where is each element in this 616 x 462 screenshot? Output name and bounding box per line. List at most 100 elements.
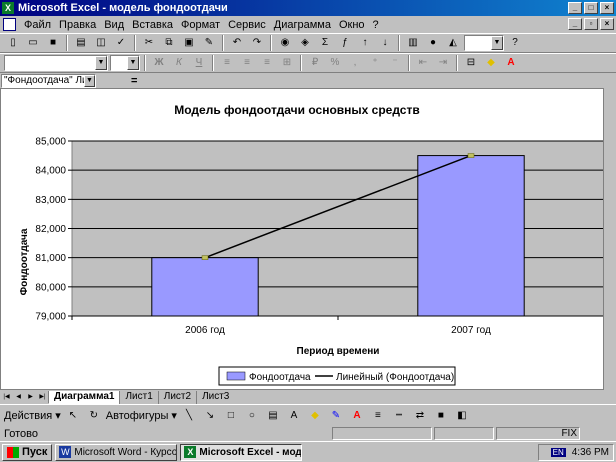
last-sheet-icon[interactable]: ▶| xyxy=(37,392,48,403)
minimize-button[interactable]: _ xyxy=(568,2,582,14)
map-icon[interactable]: ● xyxy=(424,35,442,51)
sort-ascending-icon[interactable]: ↑ xyxy=(356,35,374,51)
tab-sheet1[interactable]: Лист1 xyxy=(119,390,157,404)
chart-sheet[interactable]: Модель фондоотдачи основных средств 79,0… xyxy=(0,88,604,390)
arrow-icon[interactable]: ↘ xyxy=(201,408,219,424)
line-color-icon[interactable]: ✎ xyxy=(327,408,345,424)
toolbar-separator xyxy=(144,55,146,71)
prev-sheet-icon[interactable]: ◀ xyxy=(13,392,24,403)
vertical-scrollbar[interactable] xyxy=(604,88,616,390)
chart-wizard-icon[interactable]: ▥ xyxy=(404,35,422,51)
font-color-icon[interactable]: A xyxy=(502,55,520,71)
tab-sheet3[interactable]: Лист3 xyxy=(196,390,234,404)
fill-color-icon[interactable]: ◆ xyxy=(306,408,324,424)
first-sheet-icon[interactable]: |◀ xyxy=(1,392,12,403)
taskbar-word-button[interactable]: W Microsoft Word - Курсова... xyxy=(55,443,178,461)
maximize-button[interactable]: □ xyxy=(584,2,598,14)
select-objects-icon[interactable]: ↖ xyxy=(64,408,82,424)
next-sheet-icon[interactable]: ▶ xyxy=(25,392,36,403)
align-right-icon[interactable]: ≡ xyxy=(258,55,276,71)
oval-icon[interactable]: ○ xyxy=(243,408,261,424)
line-style-icon[interactable]: ≡ xyxy=(369,408,387,424)
office-assistant-icon[interactable]: ? xyxy=(506,35,524,51)
autoshapes-menu[interactable]: Автофигуры ▾ xyxy=(106,409,177,422)
arrow-style-icon[interactable]: ⇄ xyxy=(411,408,429,424)
spelling-icon[interactable]: ✓ xyxy=(112,35,130,51)
undo-icon[interactable]: ↶ xyxy=(228,35,246,51)
percent-icon[interactable]: % xyxy=(326,55,344,71)
menu-file[interactable]: Файл xyxy=(20,19,55,31)
dash-style-icon[interactable]: ┅ xyxy=(390,408,408,424)
zoom-combo[interactable]: ▼ xyxy=(464,35,504,51)
autosum-icon[interactable]: Σ xyxy=(316,35,334,51)
3d-icon[interactable]: ◧ xyxy=(453,408,471,424)
copy-icon[interactable]: ⧉ xyxy=(160,35,178,51)
font-color-icon[interactable]: A xyxy=(348,408,366,424)
function-icon[interactable]: ƒ xyxy=(336,35,354,51)
menu-chart[interactable]: Диаграмма xyxy=(270,19,335,31)
open-folder-icon[interactable]: ▭ xyxy=(24,35,42,51)
hyperlink-icon[interactable]: ◉ xyxy=(276,35,294,51)
wordart-icon[interactable]: A xyxy=(285,408,303,424)
doc-restore-button[interactable]: ▫ xyxy=(584,18,598,30)
decrease-decimal-icon[interactable]: ⁻ xyxy=(386,55,404,71)
close-button[interactable]: × xyxy=(600,2,614,14)
x-axis-label: Период времени xyxy=(297,346,380,357)
font-size-combo[interactable]: ▼ xyxy=(110,55,140,71)
toolbar-separator xyxy=(134,35,136,51)
taskbar-excel-button[interactable]: X Microsoft Excel - мод... xyxy=(180,443,303,461)
increase-indent-icon[interactable]: ⇥ xyxy=(434,55,452,71)
fill-color-icon[interactable]: ◆ xyxy=(482,55,500,71)
tab-sheet2[interactable]: Лист2 xyxy=(157,390,196,404)
sort-descending-icon[interactable]: ↓ xyxy=(376,35,394,51)
paste-icon[interactable]: ▣ xyxy=(180,35,198,51)
print-icon[interactable]: ▤ xyxy=(72,35,90,51)
align-center-icon[interactable]: ≡ xyxy=(238,55,256,71)
redo-icon[interactable]: ↷ xyxy=(248,35,266,51)
currency-icon[interactable]: ₽ xyxy=(306,55,324,71)
line-icon[interactable]: ╲ xyxy=(180,408,198,424)
textbox-icon[interactable]: ▤ xyxy=(264,408,282,424)
formatting-toolbar: ▼ ▼ Ж К Ч ≡ ≡ ≡ ⊞ ₽ % , ⁺ ⁻ ⇤ ⇥ ⊟ ◆ A xyxy=(0,53,616,73)
cut-icon[interactable]: ✂ xyxy=(140,35,158,51)
menu-insert[interactable]: Вставка xyxy=(128,19,177,31)
save-icon[interactable]: ■ xyxy=(44,35,62,51)
decrease-indent-icon[interactable]: ⇤ xyxy=(414,55,432,71)
increase-decimal-icon[interactable]: ⁺ xyxy=(366,55,384,71)
standard-toolbar: ▯ ▭ ■ ▤ ◫ ✓ ✂ ⧉ ▣ ✎ ↶ ↷ ◉ ◈ Σ ƒ ↑ ↓ ▥ ● … xyxy=(0,33,616,53)
doc-close-button[interactable]: × xyxy=(600,18,614,30)
menu-help[interactable]: ? xyxy=(369,19,383,31)
actions-menu[interactable]: Действия ▾ xyxy=(4,409,61,422)
start-button[interactable]: Пуск xyxy=(2,443,53,461)
menu-edit[interactable]: Правка xyxy=(55,19,100,31)
window-title: Microsoft Excel - модель фондоотдачи xyxy=(18,2,228,14)
italic-icon[interactable]: К xyxy=(170,55,188,71)
borders-icon[interactable]: ⊟ xyxy=(462,55,480,71)
underline-icon[interactable]: Ч xyxy=(190,55,208,71)
menu-view[interactable]: Вид xyxy=(100,19,128,31)
font-name-combo[interactable]: ▼ xyxy=(4,55,108,71)
menu-format[interactable]: Формат xyxy=(177,19,224,31)
print-preview-icon[interactable]: ◫ xyxy=(92,35,110,51)
comma-style-icon[interactable]: , xyxy=(346,55,364,71)
name-box[interactable]: "Фондоотдача" Ли... ▼ xyxy=(1,73,96,88)
chevron-down-icon[interactable]: ▼ xyxy=(84,74,95,87)
document-icon[interactable] xyxy=(3,18,16,31)
new-document-icon[interactable]: ▯ xyxy=(4,35,22,51)
tab-diagram1[interactable]: Диаграмма1 xyxy=(48,390,120,404)
doc-minimize-button[interactable]: _ xyxy=(568,18,582,30)
language-indicator[interactable]: EN xyxy=(550,448,566,457)
drawing-icon[interactable]: ◭ xyxy=(444,35,462,51)
chart[interactable]: Модель фондоотдачи основных средств 79,0… xyxy=(1,89,603,389)
align-left-icon[interactable]: ≡ xyxy=(218,55,236,71)
menu-tools[interactable]: Сервис xyxy=(224,19,270,31)
shadow-icon[interactable]: ■ xyxy=(432,408,450,424)
merge-center-icon[interactable]: ⊞ xyxy=(278,55,296,71)
formula-bar: "Фондоотдача" Ли... ▼ = xyxy=(0,73,616,88)
format-painter-icon[interactable]: ✎ xyxy=(200,35,218,51)
web-toolbar-icon[interactable]: ◈ xyxy=(296,35,314,51)
menu-window[interactable]: Окно xyxy=(335,19,369,31)
free-rotate-icon[interactable]: ↻ xyxy=(85,408,103,424)
bold-icon[interactable]: Ж xyxy=(150,55,168,71)
rectangle-icon[interactable]: □ xyxy=(222,408,240,424)
